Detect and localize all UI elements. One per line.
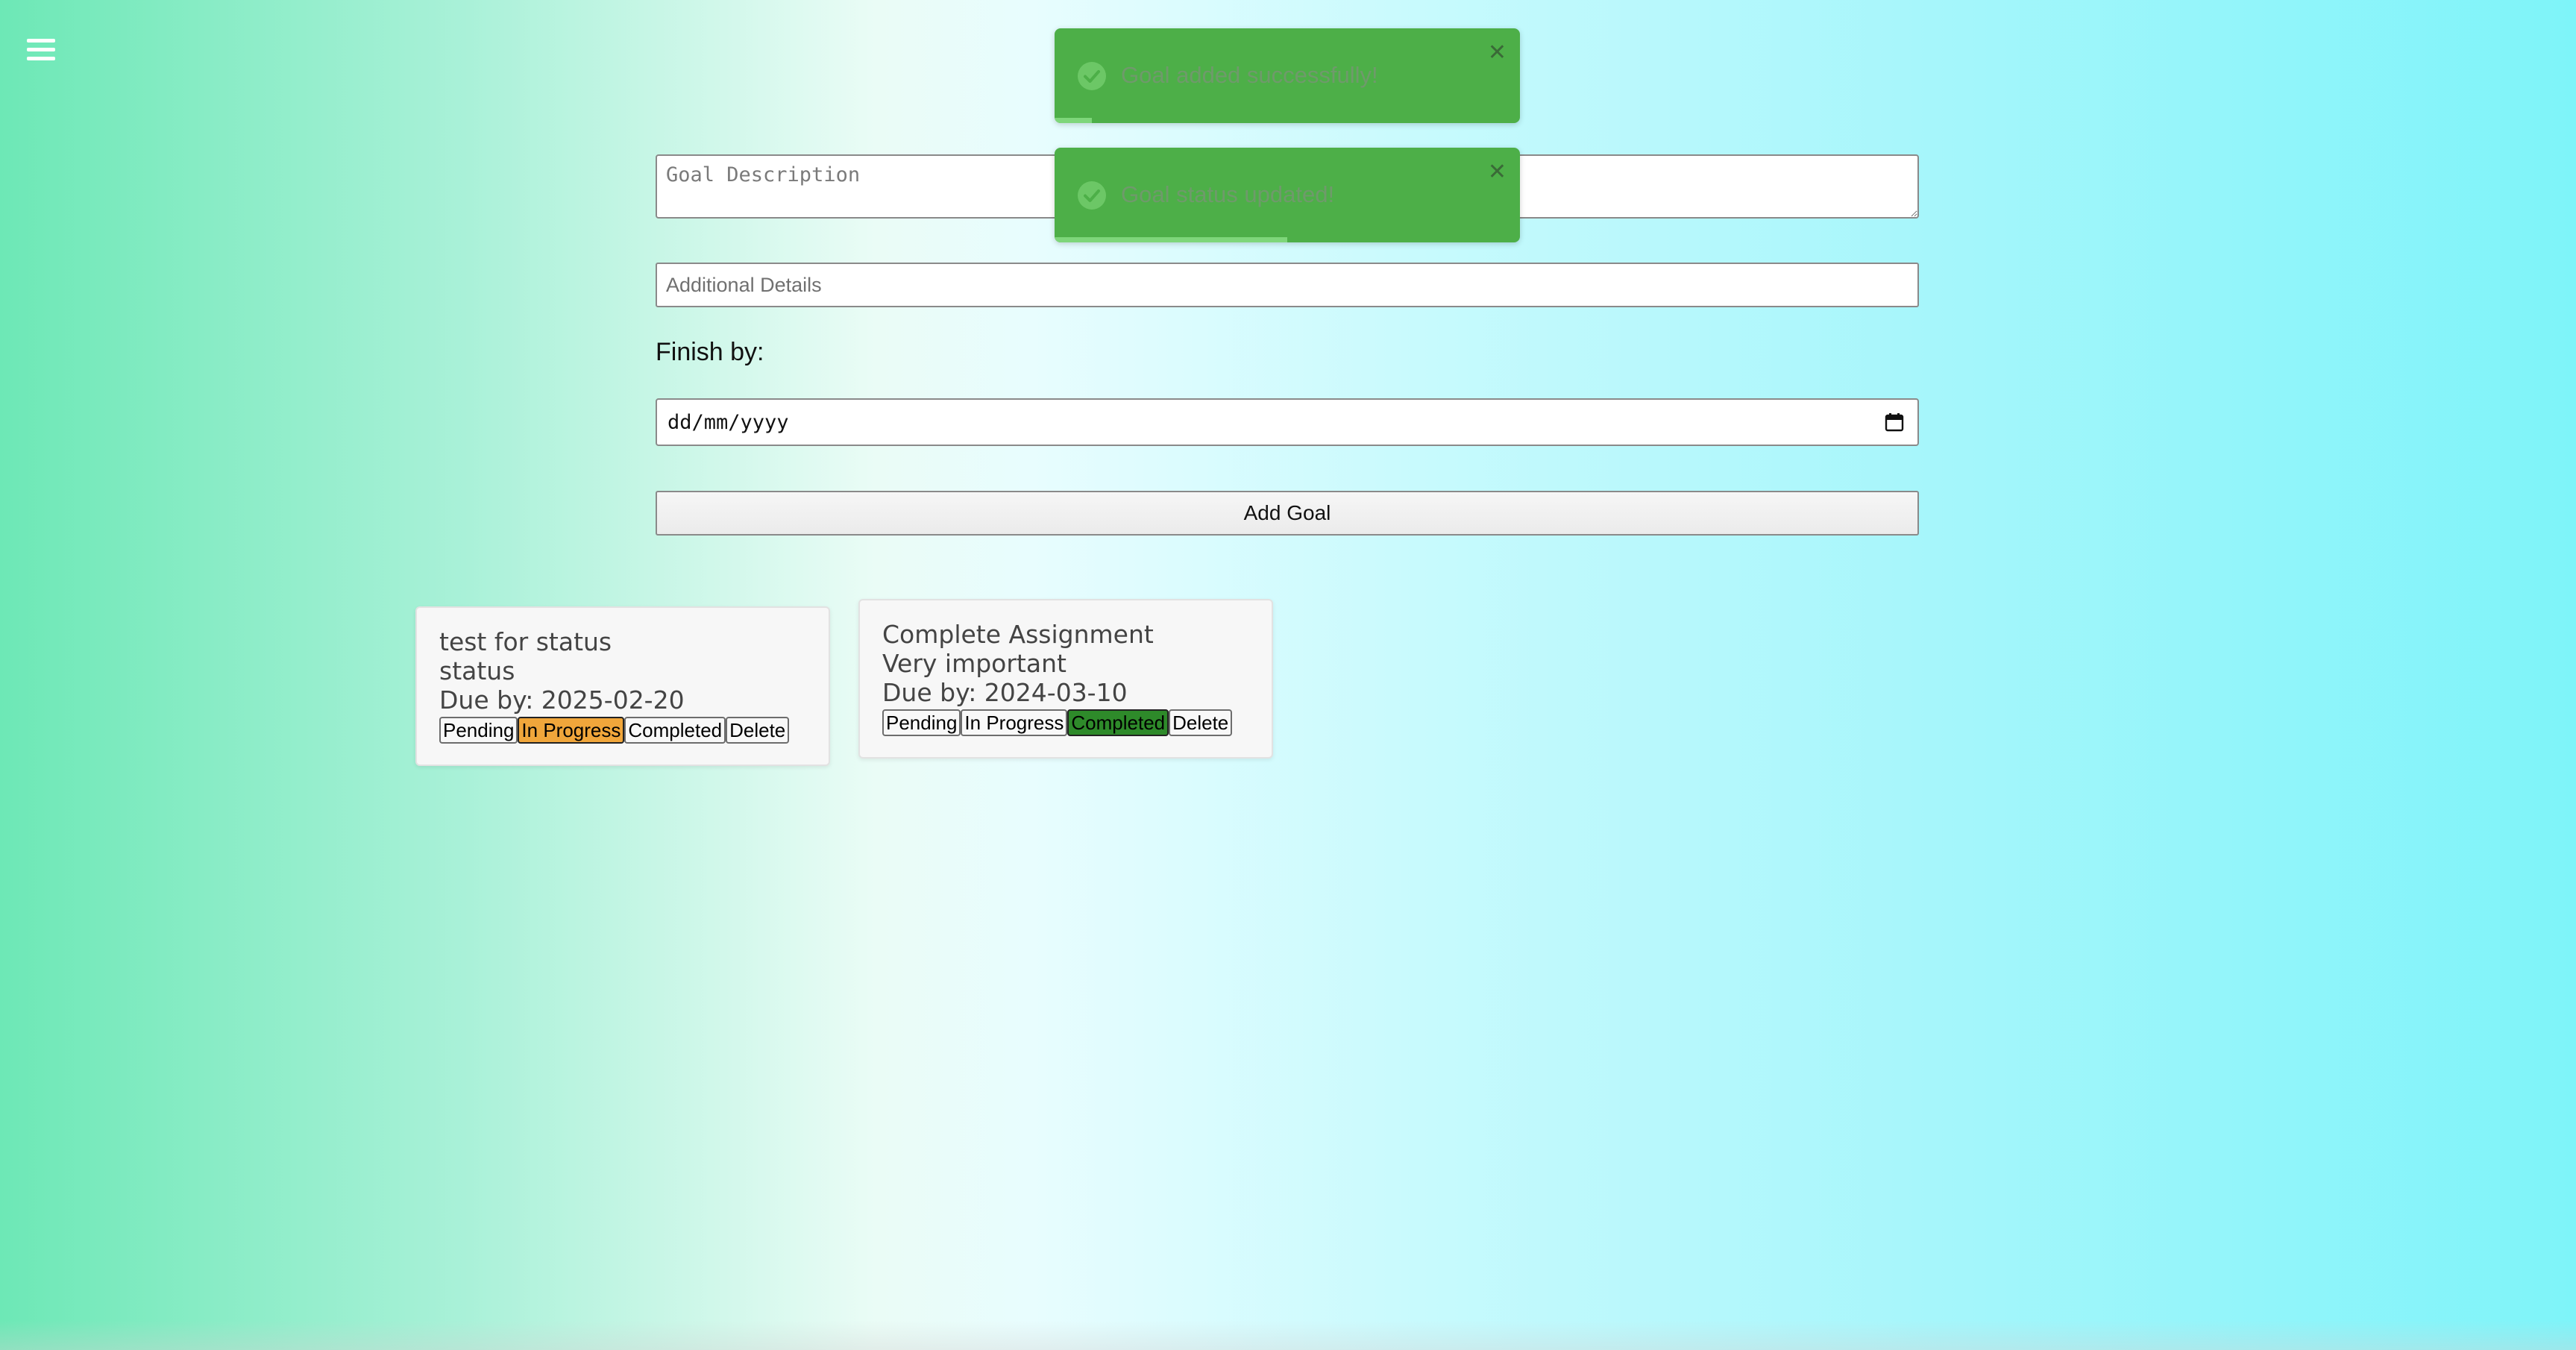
bottom-shadow [0,1320,2576,1350]
goal-due-date: Due by: 2025-02-20 [439,685,685,715]
toast-message: Goal status updated! [1121,181,1335,207]
toast-progress-bar [1055,237,1287,242]
goal-card: test for status status Due by: 2025-02-2… [415,606,830,766]
completed-button[interactable]: Completed [1067,709,1169,736]
toast-notification: Goal added successfully! ✕ [1055,28,1520,123]
pending-button[interactable]: Pending [439,717,518,744]
finish-date-input[interactable]: dd/mm/yyyy [656,398,1919,446]
hamburger-menu-icon[interactable] [27,39,55,61]
delete-button[interactable]: Delete [726,717,790,744]
goal-details: status [439,656,515,685]
add-goal-button[interactable]: Add Goal [656,491,1919,536]
goal-card: Complete Assignment Very important Due b… [858,599,1273,759]
status-buttons: Pending In Progress Completed Delete [439,717,806,744]
status-buttons: Pending In Progress Completed Delete [882,709,1249,736]
goal-title: test for status [439,627,612,656]
additional-details-input[interactable] [656,263,1919,307]
delete-button[interactable]: Delete [1169,709,1233,736]
toast-message: Goal added successfully! [1121,62,1378,88]
close-icon[interactable]: ✕ [1488,161,1507,183]
goal-due-date: Due by: 2024-03-10 [882,678,1128,707]
goal-title: Complete Assignment [882,620,1154,649]
completed-button[interactable]: Completed [624,717,726,744]
in-progress-button[interactable]: In Progress [961,709,1068,736]
check-circle-icon [1078,62,1106,90]
check-circle-icon [1078,181,1106,210]
calendar-icon[interactable] [1885,412,1904,432]
close-icon[interactable]: ✕ [1488,42,1507,64]
pending-button[interactable]: Pending [882,709,961,736]
date-placeholder: dd/mm/yyyy [667,410,789,434]
finish-by-label: Finish by: [656,338,764,366]
in-progress-button[interactable]: In Progress [518,717,625,744]
toast-notification: Goal status updated! ✕ [1055,148,1520,242]
toast-progress-bar [1055,118,1092,123]
goal-details: Very important [882,649,1066,678]
